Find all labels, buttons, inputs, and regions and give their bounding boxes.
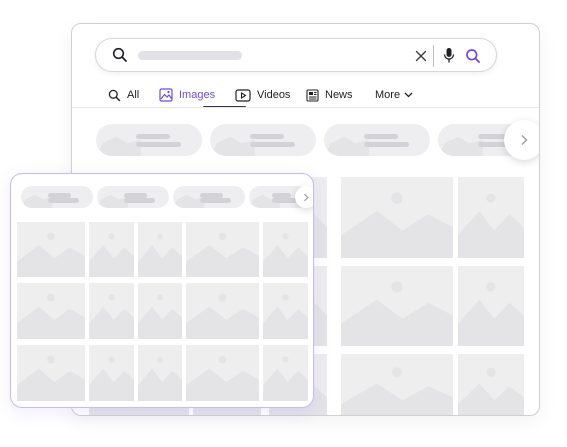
image-placeholder-icon (186, 293, 259, 339)
filter-chip[interactable] (21, 186, 93, 208)
chip-label-line (271, 198, 297, 204)
filter-chip[interactable] (173, 186, 245, 208)
chip-label-line (48, 198, 79, 204)
chip-label-line (136, 134, 171, 140)
chip-thumbnail-icon (21, 194, 52, 208)
chip-thumbnail-icon (324, 136, 369, 156)
image-placeholder-icon (89, 356, 134, 401)
chip-label-line (200, 193, 224, 199)
image-placeholder-icon (17, 355, 85, 401)
filter-chip[interactable] (324, 124, 430, 156)
image-placeholder-icon (89, 233, 134, 277)
image-placeholder-icon (458, 282, 524, 346)
tab-all[interactable]: All (108, 84, 139, 106)
chip-thumbnail-icon (173, 194, 204, 208)
image-placeholder-icon (341, 192, 453, 258)
image-result-tile[interactable] (263, 345, 308, 401)
chip-label-line (136, 141, 181, 147)
search-bar-divider (433, 45, 434, 67)
image-placeholder-icon (138, 356, 182, 401)
image-result-tile[interactable] (458, 266, 524, 346)
chip-thumbnail-icon (210, 136, 255, 156)
image-result-tile[interactable] (263, 222, 308, 277)
chips-next-button[interactable] (504, 120, 539, 160)
chip-label-line (124, 193, 148, 199)
chevron-right-icon (304, 193, 309, 201)
image-result-tile[interactable] (17, 283, 85, 339)
filter-chip[interactable] (97, 186, 169, 208)
chip-label-line (250, 141, 295, 147)
image-placeholder-icon (17, 293, 85, 339)
microphone-icon[interactable] (442, 47, 456, 64)
tabs-divider (72, 107, 539, 108)
image-placeholder-icon (458, 193, 524, 258)
image-placeholder-icon (263, 356, 308, 401)
tab-more[interactable]: More (375, 84, 413, 106)
image-placeholder-icon (138, 294, 182, 339)
chevron-right-icon (521, 135, 528, 145)
image-result-tile[interactable] (458, 354, 524, 415)
image-placeholder-icon (341, 281, 453, 346)
image-placeholder-icon (186, 232, 259, 277)
panel-chips-next-button[interactable] (295, 186, 313, 208)
compact-results-panel (10, 173, 314, 408)
image-result-tile[interactable] (341, 177, 453, 258)
image-placeholder-icon (263, 294, 308, 339)
image-result-tile[interactable] (89, 283, 134, 339)
image-result-tile[interactable] (186, 283, 259, 339)
chip-label-line (364, 141, 409, 147)
tab-images[interactable]: Images (159, 84, 215, 106)
image-result-tile[interactable] (458, 177, 524, 258)
tab-videos[interactable]: Videos (235, 84, 290, 106)
tab-news[interactable]: News (306, 84, 353, 106)
clear-icon[interactable] (414, 49, 428, 63)
image-result-tile[interactable] (17, 345, 85, 401)
tab-more-label: More (375, 89, 401, 101)
chip-thumbnail-icon (96, 136, 141, 156)
image-result-tile[interactable] (186, 222, 259, 277)
filter-chip[interactable] (96, 124, 202, 156)
image-result-tile[interactable] (138, 222, 182, 277)
image-result-tile[interactable] (186, 345, 259, 401)
chip-label-line (364, 134, 399, 140)
video-icon (235, 88, 251, 102)
tab-all-label: All (127, 89, 140, 101)
search-icon (108, 89, 121, 101)
image-result-tile[interactable] (138, 283, 182, 339)
tab-images-label: Images (179, 89, 216, 101)
image-result-tile[interactable] (89, 345, 134, 401)
chip-thumbnail-icon (97, 194, 128, 208)
image-result-tile[interactable] (263, 283, 308, 339)
image-placeholder-icon (341, 367, 453, 415)
chip-thumbnail-icon (438, 136, 483, 156)
chevron-down-icon (404, 92, 413, 98)
chip-label-line (250, 134, 285, 140)
tab-news-label: News (325, 89, 353, 101)
image-result-tile[interactable] (89, 222, 134, 277)
image-placeholder-icon (17, 232, 85, 277)
image-result-tile[interactable] (138, 345, 182, 401)
image-icon (159, 88, 173, 102)
search-query-placeholder[interactable] (138, 51, 242, 60)
image-result-tile[interactable] (341, 354, 453, 415)
chip-label-line (271, 193, 291, 199)
tab-videos-label: Videos (257, 89, 291, 101)
chip-label-line (200, 198, 231, 204)
image-placeholder-icon (138, 233, 182, 277)
filter-chip[interactable] (210, 124, 316, 156)
search-bar[interactable] (95, 38, 497, 72)
image-result-tile[interactable] (17, 222, 85, 277)
image-result-tile[interactable] (341, 266, 453, 346)
chip-label-line (48, 193, 72, 199)
image-placeholder-icon (458, 367, 524, 415)
image-placeholder-icon (89, 294, 134, 339)
image-placeholder-icon (186, 355, 259, 401)
search-icon (112, 47, 127, 62)
lens-icon[interactable] (465, 48, 481, 64)
image-placeholder-icon (263, 233, 308, 277)
newspaper-icon (306, 88, 319, 102)
chip-label-line (124, 198, 155, 204)
